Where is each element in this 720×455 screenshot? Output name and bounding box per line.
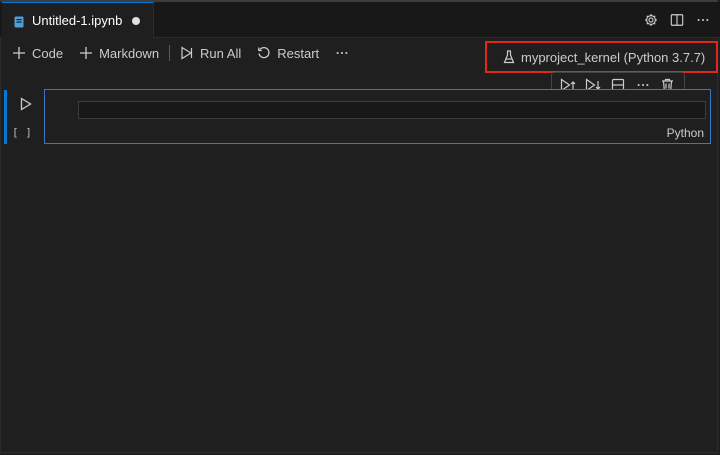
restart-button[interactable]: Restart (253, 41, 323, 65)
cell-language-label[interactable]: Python (667, 126, 704, 140)
run-all-label: Run All (200, 45, 242, 61)
restart-label: Restart (277, 45, 320, 61)
execution-count: [ ] (12, 126, 32, 139)
run-all-icon (181, 46, 193, 60)
ellipsis-icon (336, 51, 348, 55)
gear-icon[interactable] (640, 9, 662, 31)
run-cell-button[interactable] (15, 93, 37, 115)
tab-untitled-notebook[interactable]: Untitled-1.ipynb (2, 2, 154, 38)
notebook-file-icon (14, 15, 24, 27)
code-cell[interactable]: Python (44, 89, 711, 144)
unsaved-dot-icon[interactable] (132, 16, 141, 25)
play-icon (20, 97, 32, 111)
editor-tab-bar: Untitled-1.ipynb (0, 2, 720, 38)
kernel-picker-button[interactable]: myproject_kernel (Python 3.7.7) (485, 41, 718, 73)
add-markdown-label: Markdown (99, 45, 160, 61)
split-editor-icon[interactable] (666, 9, 688, 31)
restart-icon (258, 47, 270, 59)
add-code-label: Code (32, 45, 64, 61)
tab-actions (640, 2, 714, 38)
more-actions-icon[interactable] (692, 9, 714, 31)
kernel-flask-icon (503, 50, 515, 64)
plus-icon (13, 47, 25, 59)
toolbar-divider (169, 45, 171, 61)
toolbar-more-button[interactable] (331, 41, 359, 65)
kernel-label: myproject_kernel (Python 3.7.7) (521, 49, 706, 65)
plus-icon (80, 47, 93, 59)
run-all-button[interactable]: Run All (176, 41, 245, 65)
add-markdown-cell-button[interactable]: Markdown (75, 41, 163, 65)
cell-editor[interactable] (78, 101, 706, 119)
cell-focus-indicator (4, 90, 7, 144)
tab-filename: Untitled-1.ipynb (32, 13, 123, 28)
add-code-cell-button[interactable]: Code (8, 41, 67, 65)
